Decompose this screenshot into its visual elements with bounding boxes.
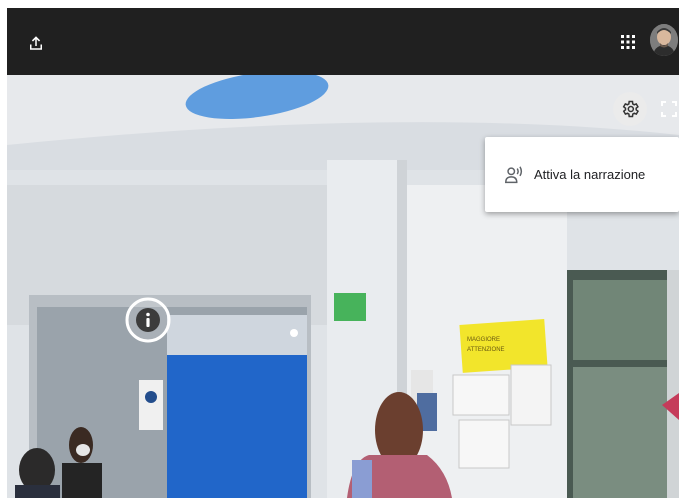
settings-menu: Attiva la narrazione xyxy=(485,137,679,212)
fullscreen-icon xyxy=(661,101,677,117)
menu-item-label: Attiva la narrazione xyxy=(534,167,646,182)
info-icon xyxy=(125,297,171,343)
scene-sign-text-2: ATTENZIONE xyxy=(467,347,505,353)
narration-voice-icon xyxy=(503,164,525,186)
scene-sign-text-1: MAGGIORE xyxy=(467,337,500,343)
settings-button[interactable] xyxy=(613,92,647,126)
info-hotspot-button[interactable] xyxy=(125,297,171,343)
apps-button[interactable] xyxy=(613,27,643,57)
top-toolbar xyxy=(7,8,679,75)
upload-icon xyxy=(30,36,42,50)
gear-icon xyxy=(622,100,639,118)
avatar-photo xyxy=(650,24,678,56)
menu-item-narration[interactable]: Attiva la narrazione xyxy=(485,137,679,212)
upload-button[interactable] xyxy=(21,28,51,58)
fullscreen-button[interactable] xyxy=(655,95,679,123)
app-frame: MAGGIORE ATTENZIONE Attiva la narrazione xyxy=(7,8,679,498)
user-avatar[interactable] xyxy=(650,24,678,56)
apps-grid-icon xyxy=(621,35,635,49)
